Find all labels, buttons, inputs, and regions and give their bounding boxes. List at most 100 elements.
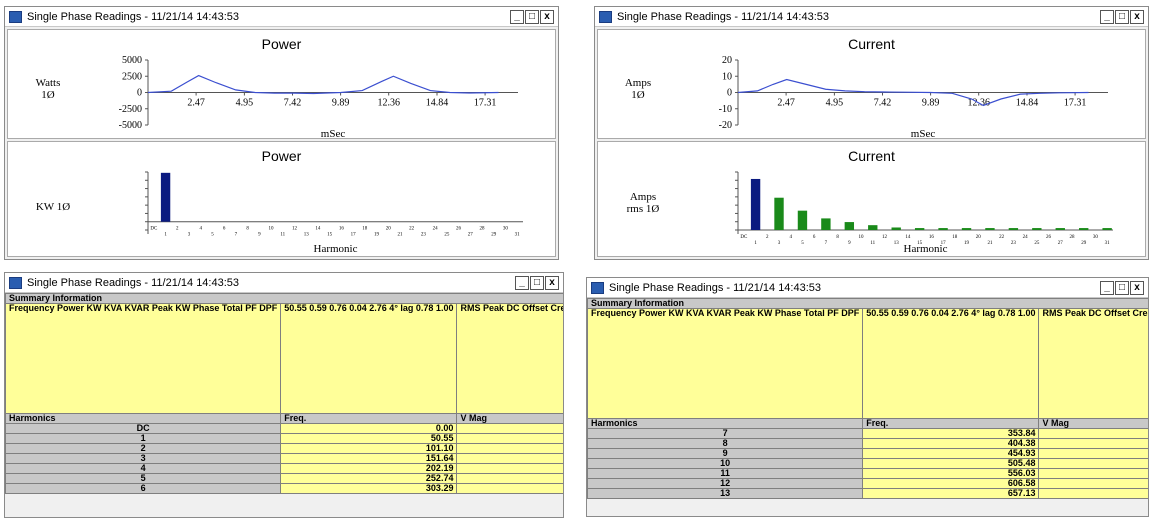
y-axis-label: 1Ø [41,89,55,101]
y-tick-label: 10 [722,71,732,82]
x-tick-label: 18 [362,227,368,232]
x-tick-label: 2.47 [777,98,795,109]
table-area: Summary InformationVoltageCurrentRecordM… [587,298,1148,516]
x-tick-label: 4.95 [826,98,844,109]
x-tick-label: 13 [304,233,310,238]
x-tick-label: 6 [223,227,226,232]
close-button[interactable]: x [540,9,554,24]
x-tick-label: 23 [421,233,427,238]
close-button[interactable]: x [1130,9,1144,24]
chart-title: Power [261,148,302,164]
table-row[interactable]: 9454.930.530.24-1730.4112.17-880.00 [587,448,1148,459]
minimize-button[interactable]: _ [1100,9,1114,24]
chart-title: Current [848,148,895,164]
x-tick-label: 31 [1105,241,1111,246]
table-row[interactable]: 10505.480.030.01140.020.46-20.00 [587,458,1148,469]
harmonic-cell: 505.48 [862,458,1040,469]
bar [1102,228,1112,230]
bar [750,178,761,230]
minimize-button[interactable]: _ [1100,280,1114,295]
x-tick-label: 30 [503,227,509,232]
y-tick-label: -5000 [119,120,142,131]
x-tick-label: 6 [813,235,816,240]
table-row[interactable]: 12606.580.060.03830.010.29-1070.00 [587,478,1148,489]
harmonic-cell: 5 [5,473,282,484]
harmonic-cell: 50.55 [280,433,458,444]
minimize-button[interactable]: _ [510,9,524,24]
bar [1032,228,1042,230]
close-button[interactable]: x [1130,280,1144,295]
table-row[interactable]: 7353.841.730.77-320.6017.75270.00 [587,428,1148,439]
harmonic-cell: 0.03 [1038,458,1148,469]
table-row[interactable]: 4202.190.050.02-840.041.07150.00 [5,463,563,474]
table-row[interactable]: 150.55224.02100.0002.6477.78-40.59 [5,433,563,444]
close-button[interactable]: x [545,275,559,290]
x-tick-label: 21 [987,241,993,246]
current-harmonic-panel: Current Amps rms 1Ø DC 1 2 3 4 5 6 7 8 9 10 11 12 13 14 1… [597,141,1146,257]
x-tick-label: 2.47 [187,98,205,109]
app-icon [591,281,604,294]
table-row[interactable]: 3151.640.750.331601.6749.32-990.00 [5,453,563,464]
bar [1079,228,1089,230]
harmonic-cell: 556.03 [862,468,1040,479]
x-tick-label: 26 [456,227,462,232]
minimize-button[interactable]: _ [515,275,529,290]
x-tick-label: 7 [235,233,238,238]
window-title: Single Phase Readings - 11/21/14 14:43:5… [27,10,240,23]
titlebar: Single Phase Readings - 11/21/14 14:43:5… [5,273,563,293]
harmonic-cell: 202.19 [280,463,458,474]
x-tick-label: 7.42 [284,98,302,109]
harmonic-cell: 0.20 [456,423,563,434]
x-tick-label: 19 [374,233,380,238]
app-icon [9,276,22,289]
x-tick-label: 9 [258,233,261,238]
summary-labels: Frequency Power KW KVA KVAR Peak KW Phas… [5,303,282,414]
x-tick-label: 4 [199,227,202,232]
table-row[interactable]: 13657.130.360.16-630.133.90-130.00 [587,488,1148,499]
x-tick-label: 28 [1069,235,1075,240]
x-tick-label: 8 [246,227,249,232]
table-row[interactable]: 8404.380.020.01660.020.641130.00 [587,438,1148,449]
bar [985,228,995,230]
maximize-button[interactable]: □ [530,275,544,290]
maximize-button[interactable]: □ [1115,280,1129,295]
table-row[interactable]: 11556.030.880.3920.257.381390.00 [587,468,1148,479]
summary-header: Summary Information [5,293,563,304]
x-tick-label: 25 [1034,241,1040,246]
harmonic-cell: 657.13 [862,488,1040,499]
x-tick-label: 12 [292,227,298,232]
x-tick-label: 20 [386,227,392,232]
harmonic-cell: 0.06 [1038,478,1148,489]
harmonic-cell: 454.93 [862,448,1040,459]
x-axis-label: Harmonic [314,243,358,255]
titlebar: Single Phase Readings - 11/21/14 14:43:5… [595,7,1148,27]
measurement-labels: RMS Peak DC Offset Crest THD Rms THD Fun… [456,303,563,414]
maximize-button[interactable]: □ [525,9,539,24]
x-tick-label: 5 [211,233,214,238]
table-row[interactable]: 6303.290.030.01-1230.030.87-1150.00 [5,483,563,494]
bar [891,227,901,230]
x-tick-label: 19 [964,241,970,246]
harmonic-cell: 1.70 [456,473,563,484]
x-tick-label: 9 [848,241,851,246]
harmonic-cell: 224.02 [456,433,563,444]
table-row[interactable]: 5252.741.700.76-1271.0029.511350.00 [5,473,563,484]
table-row[interactable]: 2101.100.110.05-1280.030.991450.00 [5,443,563,454]
bar [844,222,855,230]
harmonic-cell: 0.88 [1038,468,1148,479]
maximize-button[interactable]: □ [1115,9,1129,24]
bar [914,228,925,230]
x-tick-label: 16 [339,227,345,232]
table-area: Summary InformationVoltageCurrentRecordM… [5,293,563,517]
current-waveform-panel: Current Amps 1Ø 20 10 0 -10 -20 2.47 4.95 7.42 9.8… [597,29,1146,140]
x-tick-label: 12.36 [377,98,400,109]
y-tick-label: 20 [722,55,732,66]
y-axis-label: Amps [625,77,651,89]
y-axis-label: Watts [36,77,61,89]
x-tick-label: 27 [468,233,474,238]
power-harmonic-panel: Power KW 1Ø DC 1 2 3 4 5 6 7 8 9 10 11 12 13 14 15 16 17 18… [7,141,556,257]
app-icon [599,10,612,23]
x-tick-label: 18 [952,235,958,240]
y-tick-label: 0 [727,88,732,99]
table-row[interactable]: DC0.000.200.0900.041.3100.00 [5,423,563,434]
